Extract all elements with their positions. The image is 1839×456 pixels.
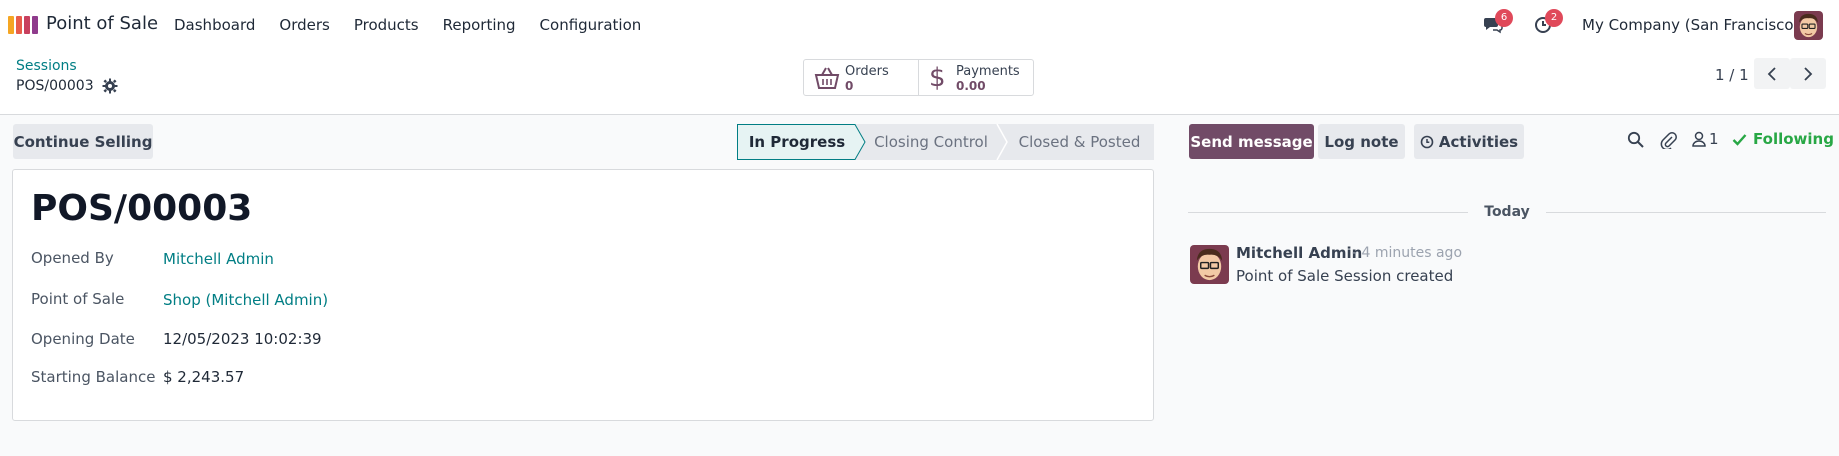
messages-badge: 6 [1495,9,1513,27]
smart-buttons: Orders 0 $ Payments 0.00 [803,59,1034,96]
app-name[interactable]: Point of Sale [46,13,158,34]
followers-button[interactable]: 1 [1692,130,1719,148]
menu-products[interactable]: Products [354,16,419,34]
payments-amount: 0.00 [956,79,986,93]
chevron-right-icon [1804,66,1813,81]
send-message-button[interactable]: Send message [1189,124,1314,159]
messages-button[interactable]: 6 [1483,9,1513,36]
message-body: Point of Sale Session created [1236,267,1454,285]
opened-by-link[interactable]: Mitchell Admin [163,250,274,268]
search-icon[interactable] [1627,131,1644,148]
user-avatar-image [1794,11,1823,40]
activities-button[interactable]: 2 [1533,9,1563,36]
breadcrumb-current-record: POS/00003 [16,78,94,94]
opening-date-value: 12/05/2023 10:02:39 [163,330,322,348]
form-sheet: POS/00003 Opened By Mitchell Admin Point… [12,169,1154,421]
pager-value[interactable]: 1 / 1 [1715,66,1749,84]
message-author[interactable]: Mitchell Admin [1236,244,1362,262]
clock-icon [1420,135,1434,148]
check-icon [1732,133,1747,146]
company-switcher[interactable]: My Company (San Francisco) [1582,16,1799,34]
continue-selling-button[interactable]: Continue Selling [13,124,153,159]
orders-label: Orders [845,64,889,79]
point-of-sale-app-icon[interactable] [8,14,38,34]
status-bar: In Progress Closing Control Closed & Pos… [737,124,1154,160]
activities-label: Activities [1438,132,1519,151]
menu-configuration[interactable]: Configuration [540,16,642,34]
user-icon [1692,131,1706,147]
top-navbar: Point of Sale Dashboard Orders Products … [0,0,1839,50]
gear-icon[interactable] [102,78,118,94]
pager-next-button[interactable] [1790,58,1826,89]
point-of-sale-link[interactable]: Shop (Mitchell Admin) [163,291,328,309]
pager-previous-button[interactable] [1754,58,1790,89]
orders-smart-button[interactable]: Orders 0 [804,60,918,95]
date-separator: Today [1188,204,1826,220]
orders-count: 0 [845,79,854,93]
menu-dashboard[interactable]: Dashboard [174,16,255,34]
stage-closing-control[interactable]: Closing Control [865,124,997,160]
control-panel: Sessions POS/00003 Orders 0 $ Payments 0… [0,50,1839,115]
menu-orders[interactable]: Orders [279,16,329,34]
user-avatar[interactable] [1794,11,1823,40]
point-of-sale-label: Point of Sale [31,290,125,308]
message-author-avatar[interactable] [1190,245,1229,284]
following-label: Following [1753,130,1834,148]
main-menu: Dashboard Orders Products Reporting Conf… [174,16,665,34]
stage-closed-posted[interactable]: Closed & Posted [1007,124,1152,160]
basket-icon [814,67,840,89]
log-note-button[interactable]: Log note [1318,124,1405,159]
dollar-icon: $ [929,63,946,93]
starting-balance-label: Starting Balance [31,368,156,386]
menu-reporting[interactable]: Reporting [443,16,516,34]
message-timestamp: - 4 minutes ago [1352,245,1463,261]
opening-date-label: Opening Date [31,330,135,348]
payments-smart-button[interactable]: $ Payments 0.00 [918,60,1033,95]
paperclip-icon[interactable] [1660,131,1677,149]
starting-balance-value: $ 2,243.57 [163,368,245,386]
opened-by-label: Opened By [31,249,114,267]
author-avatar-image [1190,245,1229,284]
following-button[interactable]: Following [1732,130,1834,148]
chevron-left-icon [1767,66,1776,81]
date-separator-label: Today [1484,204,1530,220]
record-title: POS/00003 [31,188,253,229]
activities-chatter-button[interactable]: Activities [1414,124,1524,159]
followers-count: 1 [1709,130,1719,148]
breadcrumb-sessions[interactable]: Sessions [16,58,77,74]
stage-in-progress[interactable]: In Progress [737,124,857,160]
payments-label: Payments [956,64,1020,79]
activities-badge: 2 [1545,9,1563,27]
